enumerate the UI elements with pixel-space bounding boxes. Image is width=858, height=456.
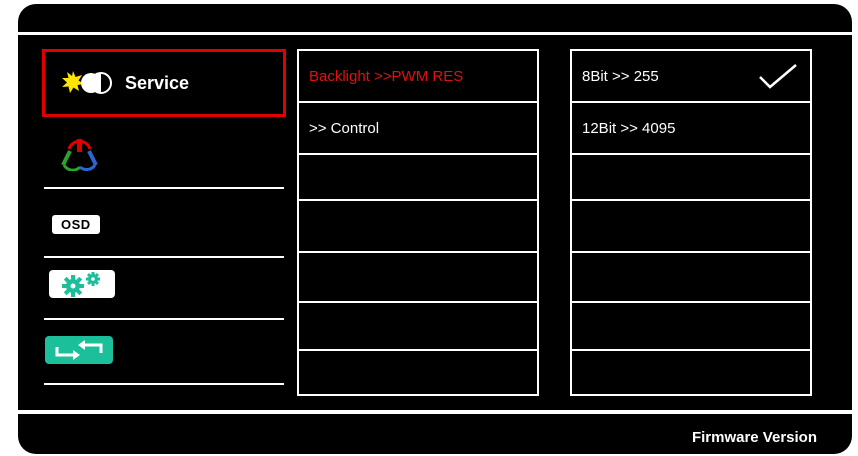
bottom-divider xyxy=(18,410,852,414)
option-item-empty[interactable] xyxy=(572,155,810,201)
brightness-contrast-icon xyxy=(61,70,115,96)
list-item-label: 12Bit >> 4095 xyxy=(582,119,676,137)
color-rgb-icon xyxy=(58,137,102,171)
sidebar-item-reset[interactable] xyxy=(42,334,286,366)
list-item-label: Backlight >>PWM RES xyxy=(309,67,464,85)
submenu-item-empty[interactable] xyxy=(299,253,537,303)
submenu-item-empty[interactable] xyxy=(299,303,537,351)
gears-icon xyxy=(49,270,115,298)
sidebar-divider xyxy=(44,256,284,258)
submenu-list: Backlight >>PWM RES >> Control xyxy=(297,49,539,396)
firmware-version-label: Firmware Version xyxy=(691,429,817,446)
option-item-empty[interactable] xyxy=(572,351,810,394)
checkmark-icon xyxy=(758,63,798,93)
reset-arrows-icon xyxy=(45,336,113,364)
submenu-item-backlight-pwm-res[interactable]: Backlight >>PWM RES xyxy=(299,51,537,103)
submenu-item-empty[interactable] xyxy=(299,201,537,253)
sidebar-divider xyxy=(44,383,284,385)
osd-icon: OSD xyxy=(52,214,100,234)
sidebar-divider xyxy=(44,187,284,189)
option-item-empty[interactable] xyxy=(572,303,810,351)
sidebar-item-color[interactable] xyxy=(42,132,286,176)
sidebar-item-settings[interactable] xyxy=(42,268,286,300)
list-item-label: 8Bit >> 255 xyxy=(582,67,659,85)
top-divider xyxy=(18,32,852,35)
sidebar-item-service[interactable]: Service xyxy=(42,49,286,117)
options-list: 8Bit >> 255 12Bit >> 4095 xyxy=(570,49,812,396)
sidebar-item-label: Service xyxy=(125,72,190,93)
sidebar-divider xyxy=(44,318,284,320)
submenu-item-empty[interactable] xyxy=(299,155,537,201)
sidebar-item-osd[interactable]: OSD xyxy=(42,206,286,242)
option-item-empty[interactable] xyxy=(572,253,810,303)
option-item-empty[interactable] xyxy=(572,201,810,253)
option-item-12bit[interactable]: 12Bit >> 4095 xyxy=(572,103,810,155)
option-item-8bit[interactable]: 8Bit >> 255 xyxy=(572,51,810,103)
submenu-item-empty[interactable] xyxy=(299,351,537,394)
submenu-item-control[interactable]: >> Control xyxy=(299,103,537,155)
list-item-label: >> Control xyxy=(309,119,380,137)
osd-menu-window: Service OSD Backlight >>PWM RES >> Contr… xyxy=(18,4,852,454)
